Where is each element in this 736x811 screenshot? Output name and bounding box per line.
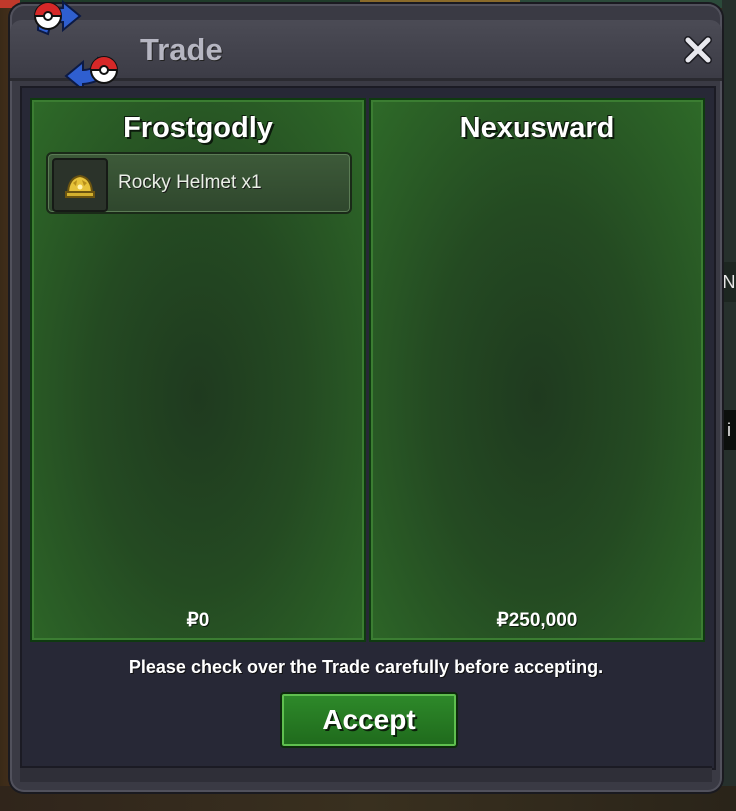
- offer-panel-left: Frostgodly Rocky Helmet x1 ₽0: [30, 98, 366, 642]
- trade-notice-text: Please check over the Trade carefully be…: [128, 657, 604, 677]
- item-icon-slot: [52, 158, 108, 212]
- accept-button[interactable]: Accept: [280, 692, 458, 748]
- trade-logo-icon: [34, 0, 118, 92]
- player-name-right: Nexusward: [459, 112, 615, 144]
- money-amount-left: ₽0: [186, 610, 210, 631]
- dialog-title: Trade: [140, 32, 223, 67]
- offer-panel-right: Nexusward ₽250,000: [369, 98, 705, 642]
- player-name-left: Frostgodly: [123, 112, 273, 144]
- close-icon[interactable]: [680, 32, 716, 68]
- background-hud-tag: i: [722, 410, 736, 450]
- item-label: Rocky Helmet x1: [118, 172, 262, 193]
- game-background-right-strip: [722, 0, 736, 811]
- offer-item-row[interactable]: Rocky Helmet x1: [46, 152, 352, 214]
- background-hud-tag: N: [722, 262, 736, 302]
- money-amount-right: ₽250,000: [496, 610, 578, 631]
- helmet-icon: [65, 174, 95, 198]
- dialog-footer: [20, 766, 712, 782]
- accept-button-label: Accept: [322, 704, 416, 735]
